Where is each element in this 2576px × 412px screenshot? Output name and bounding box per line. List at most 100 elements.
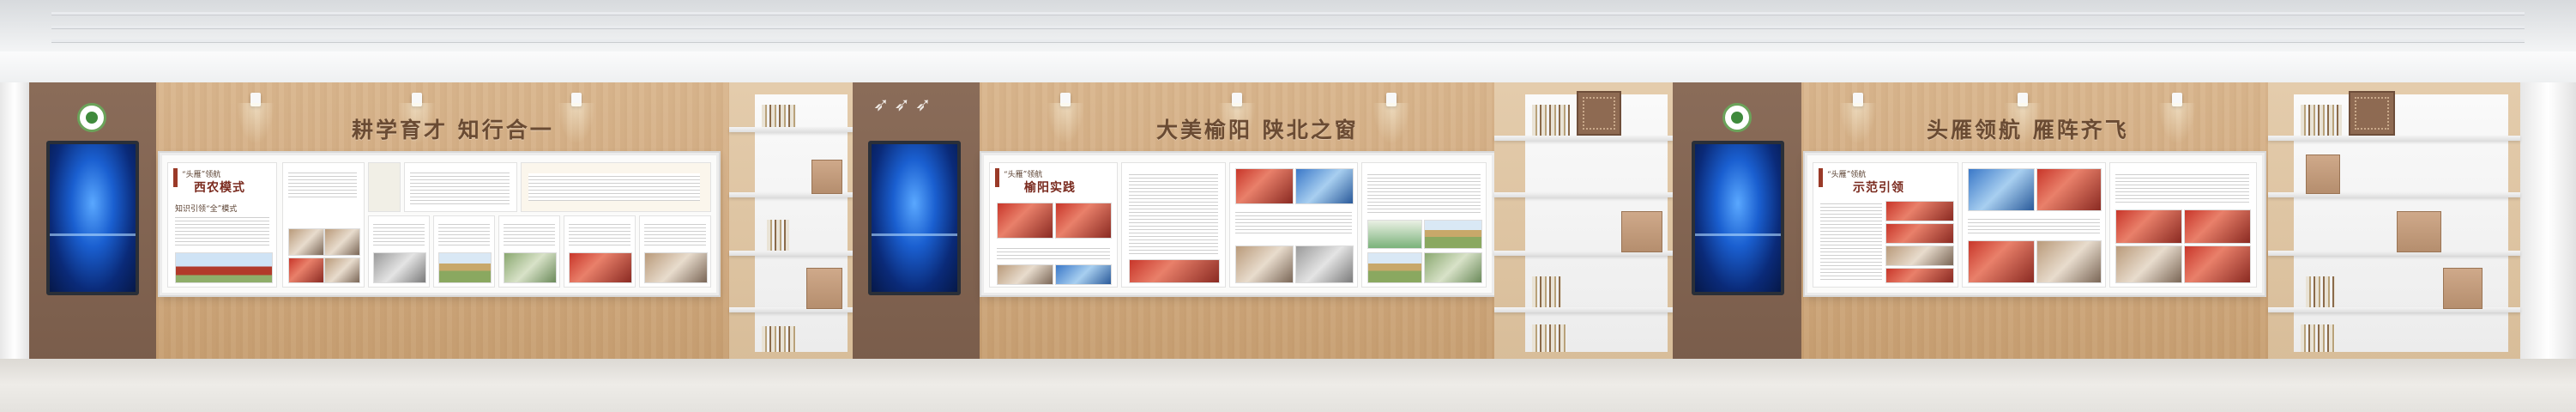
card-detail	[368, 215, 430, 288]
body-text	[1367, 172, 1481, 215]
books	[2306, 276, 2335, 307]
spotlight-icon	[1839, 93, 1877, 144]
event-photo	[1885, 268, 1954, 283]
card-intro: “头雁”领航 示范引领	[1813, 162, 1958, 288]
wood-wall-3: 头雁领航 雁阵齐飞 “头雁”领航 示范引领	[1801, 82, 2268, 362]
ceiling-edge	[0, 52, 2576, 83]
body-text	[2115, 172, 2249, 203]
wood-wall-1: 耕学育才 知行合一 “头雁”领航 西农模式 知识引领“全”模式	[156, 82, 729, 362]
card-photos	[1229, 162, 1358, 288]
meeting-photo	[324, 258, 360, 283]
event-photo	[2115, 209, 2182, 244]
event-photo	[1968, 240, 2035, 283]
spotlight-icon	[398, 93, 436, 144]
event-photo	[2115, 245, 2182, 283]
body-text	[1820, 201, 1882, 282]
event-photo	[1885, 223, 1954, 244]
card-process	[521, 162, 711, 212]
event-photo	[1055, 203, 1112, 239]
ceiling	[0, 0, 2576, 55]
storage-box	[2443, 268, 2482, 309]
field-photo	[1424, 252, 1482, 283]
bookshelf-1	[729, 82, 853, 362]
body-text	[1968, 216, 2100, 233]
card-doc	[368, 162, 401, 212]
storage-box	[2306, 154, 2340, 194]
floor	[0, 359, 2576, 412]
wood-wall-2: 大美榆阳 陕北之窗 “头雁”领航 榆阳实践	[980, 82, 1494, 362]
meeting-photo	[288, 258, 324, 283]
flying-geese-icon: ➶➶➶	[873, 94, 937, 116]
event-photo	[2036, 240, 2102, 283]
intro-title: 示范引领	[1853, 181, 1904, 195]
spotlight-icon	[558, 93, 595, 144]
event-photo	[1885, 245, 1954, 266]
event-photo	[1235, 168, 1294, 204]
campus-photo	[175, 252, 273, 283]
books	[1532, 105, 1570, 136]
books	[762, 326, 796, 352]
body-text	[528, 173, 700, 201]
emblem-logo-icon	[77, 103, 106, 132]
meeting-photo	[324, 228, 360, 256]
decorative-box	[1577, 91, 1621, 136]
spotlight-icon	[237, 93, 274, 144]
sub-heading: 知识引领“全”模式	[175, 205, 238, 214]
field-photo	[1424, 220, 1482, 249]
event-photo	[1129, 259, 1220, 283]
books	[1532, 276, 1561, 307]
green-photo	[504, 252, 557, 283]
body-text	[438, 221, 490, 247]
display-screen-3	[1692, 141, 1784, 295]
exhibit-board: “头雁”领航 示范引领	[1805, 153, 2265, 295]
card-intro: “头雁”领航 榆阳实践	[989, 162, 1118, 288]
event-photo	[1295, 245, 1354, 283]
card-team	[282, 162, 365, 288]
card-text	[1121, 162, 1226, 288]
panel-headline: 头雁领航 雁阵齐飞	[1927, 118, 2129, 142]
intro-title: 榆阳实践	[1024, 181, 1076, 195]
card-detail	[433, 215, 495, 288]
exhibit-board: “头雁”领航 西农模式 知识引领“全”模式	[160, 153, 719, 295]
bookshelf-2	[1494, 82, 1673, 362]
card-detail	[639, 215, 711, 288]
event-photo	[1968, 168, 2035, 211]
intro-title: 西农模式	[194, 181, 245, 195]
books	[767, 220, 789, 251]
panel-headline: 耕学育才 知行合一	[352, 118, 554, 142]
body-text	[288, 170, 357, 197]
spotlight-icon	[2158, 93, 2196, 144]
event-photo	[1885, 201, 1954, 221]
field-photo	[1367, 252, 1422, 283]
event-photo	[997, 203, 1053, 239]
body-text	[1129, 172, 1218, 254]
exhibit-board: “头雁”领航 榆阳实践	[981, 153, 1494, 295]
event-photo	[2184, 209, 2251, 244]
books	[762, 105, 796, 127]
event-photo	[2036, 168, 2102, 211]
body-text	[504, 221, 555, 247]
event-photo	[644, 252, 708, 283]
event-photo	[1295, 168, 1354, 204]
books	[2301, 105, 2342, 136]
spotlight-icon	[1218, 93, 1256, 144]
event-photo	[2184, 245, 2251, 283]
meeting-photo	[288, 228, 324, 256]
right-pillar	[2520, 82, 2576, 362]
storage-box	[806, 268, 842, 309]
body-text	[410, 170, 510, 204]
body-text	[373, 221, 425, 247]
spotlight-icon	[1047, 93, 1084, 144]
emblem-logo-icon	[1722, 103, 1752, 132]
spotlight-icon	[1372, 93, 1410, 144]
decorative-box	[2349, 91, 2395, 136]
field-photo	[438, 252, 492, 283]
event-photo	[1235, 245, 1294, 283]
chart-image	[373, 252, 426, 283]
field-photo	[1367, 220, 1422, 249]
storage-box	[811, 160, 842, 194]
card-detail	[564, 215, 636, 288]
event-photo	[997, 264, 1053, 285]
body-text	[644, 221, 706, 247]
spotlight-icon	[2004, 93, 2042, 144]
